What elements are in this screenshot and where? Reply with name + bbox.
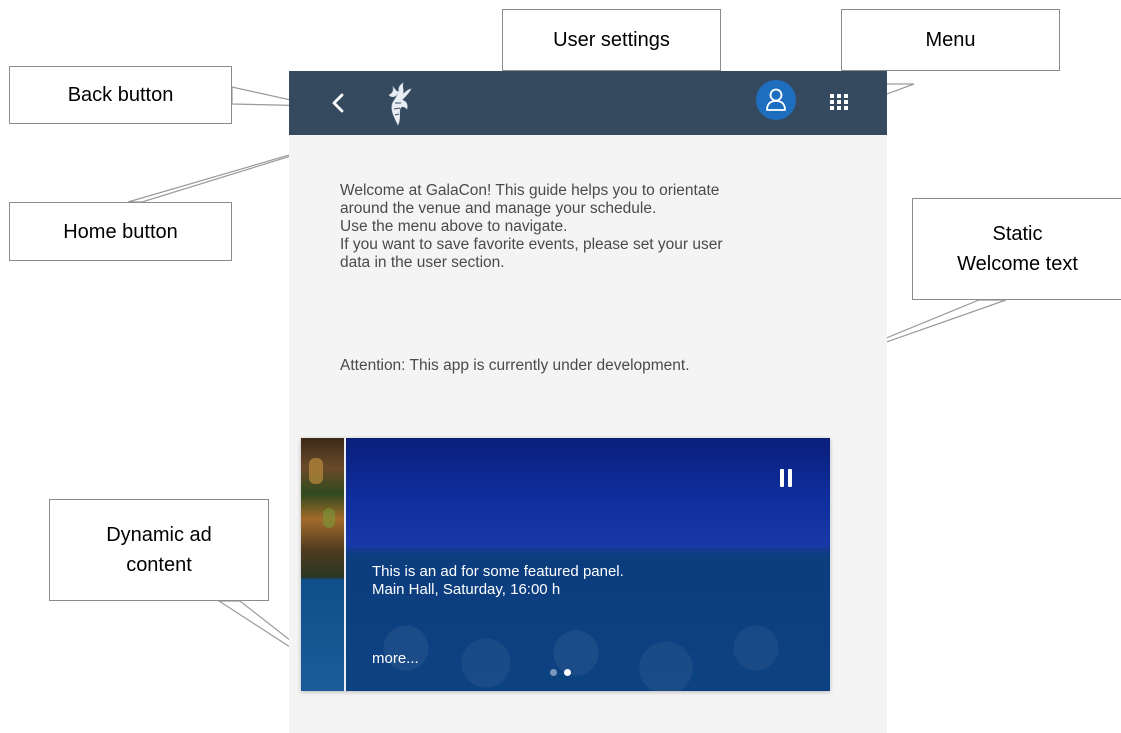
pause-button[interactable]: [778, 469, 796, 491]
callout-label: Dynamic ad: [106, 524, 212, 546]
welcome-line: Welcome at GalaCon! This guide helps you…: [340, 182, 720, 199]
decorative-shape: [309, 458, 323, 484]
grid-menu-icon: [830, 94, 848, 110]
ad-details: Main Hall, Saturday, 16:00 h: [372, 581, 561, 598]
page-indicator: [550, 669, 580, 679]
welcome-line: data in the user section.: [340, 254, 505, 271]
callout-dynamic-ad-content: Dynamic ad content: [49, 499, 269, 601]
page-dot-active[interactable]: [564, 669, 571, 676]
attention-text: Attention: This app is currently under d…: [340, 357, 690, 374]
callout-label: User settings: [553, 29, 670, 51]
chevron-left-icon: [332, 93, 344, 113]
back-button[interactable]: [325, 89, 353, 117]
callout-home-button: Home button: [9, 202, 232, 261]
decorative-shape: [323, 508, 335, 528]
welcome-text: Welcome at GalaCon! This guide helps you…: [340, 182, 820, 272]
welcome-line: around the venue and manage your schedul…: [340, 200, 657, 217]
shell-bar: [289, 71, 887, 135]
callout-label: Menu: [925, 29, 976, 51]
carousel-current-slide[interactable]: This is an ad for some featured panel. M…: [346, 438, 830, 691]
more-link[interactable]: more...: [372, 650, 419, 667]
home-button[interactable]: [383, 81, 413, 127]
callout-static-welcome-text: Static Welcome text: [912, 198, 1121, 300]
welcome-line: If you want to save favorite events, ple…: [340, 236, 723, 253]
callout-menu: Menu: [841, 9, 1060, 71]
callout-back-button: Back button: [9, 66, 232, 124]
page-dot[interactable]: [550, 669, 557, 676]
carousel-previous-slide[interactable]: [301, 438, 344, 691]
menu-button[interactable]: [828, 91, 850, 113]
ad-text: This is an ad for some featured panel. M…: [372, 563, 624, 599]
welcome-line: Use the menu above to navigate.: [340, 218, 568, 235]
ad-title: This is an ad for some featured panel.: [372, 563, 624, 580]
callout-label: Home button: [63, 220, 178, 243]
user-icon: [766, 88, 786, 111]
callout-label: content: [126, 554, 192, 576]
callout-user-settings: User settings: [502, 9, 721, 71]
app-screen: Welcome at GalaCon! This guide helps you…: [289, 71, 887, 733]
callout-label: Static: [992, 223, 1043, 245]
callout-label: Back button: [67, 84, 174, 106]
callout-label: Welcome text: [957, 253, 1078, 275]
ad-carousel[interactable]: This is an ad for some featured panel. M…: [301, 438, 830, 691]
pause-icon-bar: [780, 469, 784, 487]
galacon-logo-icon: [388, 82, 412, 126]
pause-icon-bar: [788, 469, 792, 487]
user-settings-button[interactable]: [756, 80, 796, 120]
